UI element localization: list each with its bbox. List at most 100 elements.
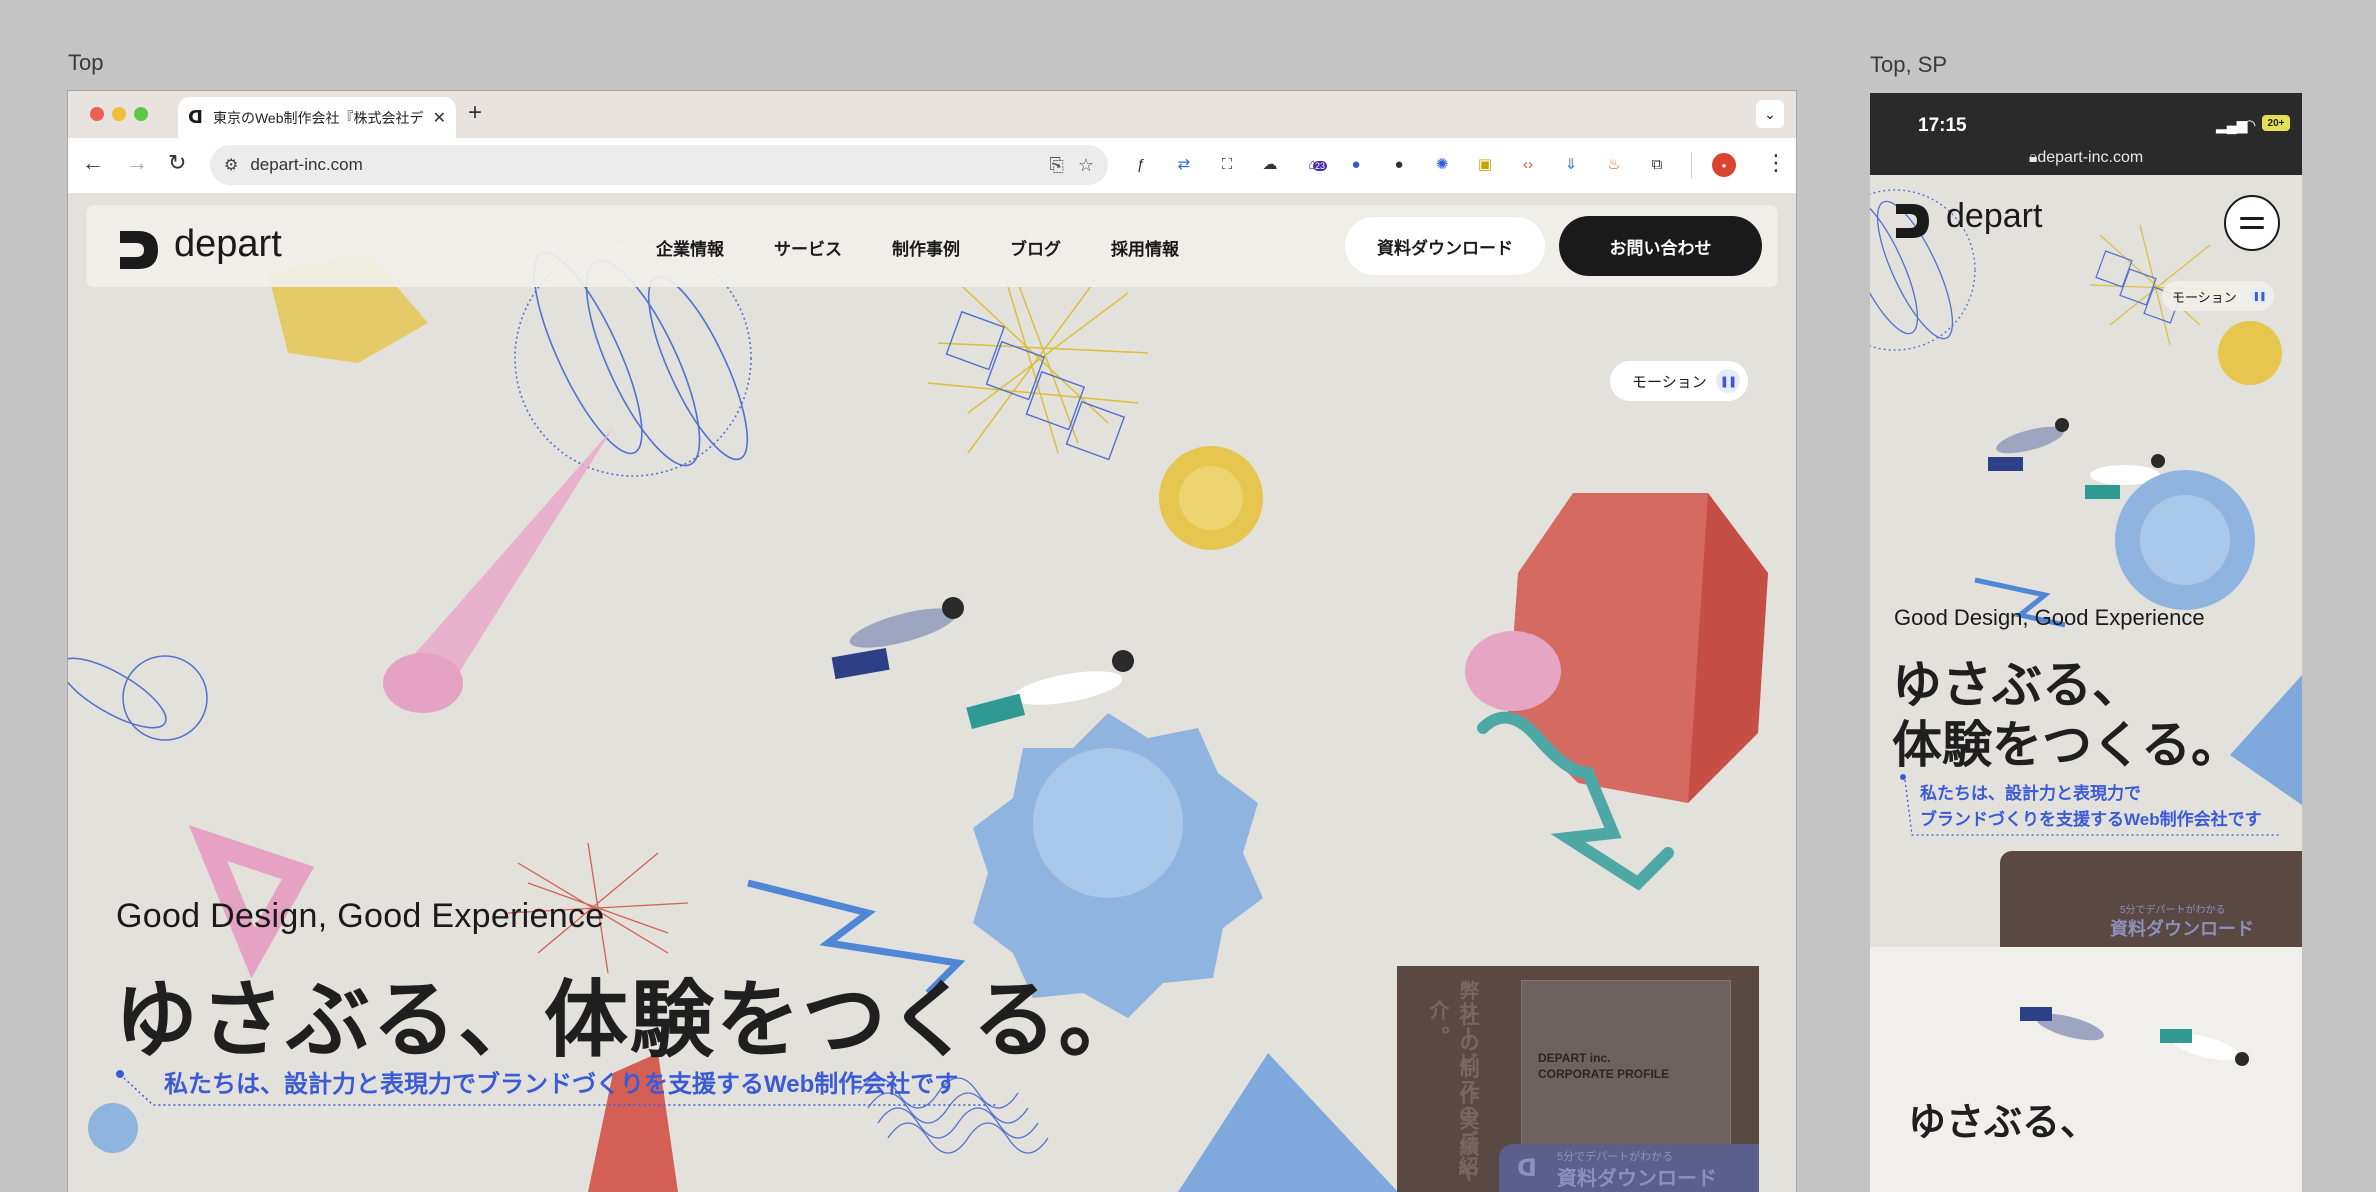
depart-logo-text[interactable]: depart	[174, 223, 282, 266]
wireframe-cubes-shape	[945, 310, 1126, 461]
maximize-window-icon[interactable]	[134, 107, 148, 121]
mobile-url[interactable]: 🔒︎depart-inc.com	[1870, 149, 2302, 167]
motion-label: モーション	[1632, 373, 1707, 391]
nav-company[interactable]: 企業情報	[656, 235, 724, 260]
corporate-profile-card: DEPART inc. CORPORATE PROFILE	[1521, 980, 1731, 1152]
flying-people-illustration	[831, 597, 1134, 730]
mobile-yellow-blob-shape	[2218, 321, 2282, 385]
blue-circle-icon[interactable]: ●	[1345, 153, 1367, 175]
blue-ring-shapes	[68, 655, 208, 741]
minimize-window-icon[interactable]	[112, 107, 126, 121]
mobile-hero-desc-line2: ブランドづくりを支援するWeb制作会社です	[1920, 810, 2262, 829]
translate-icon[interactable]: ⇄	[1173, 153, 1195, 175]
function-icon[interactable]: ƒ	[1130, 153, 1152, 175]
profile-avatar[interactable]: ●	[1712, 153, 1736, 177]
pause-icon[interactable]: ❚❚	[1716, 369, 1740, 393]
mobile-logo-text[interactable]: depart	[1946, 197, 2042, 236]
site-settings-icon[interactable]: ⚙	[224, 155, 238, 175]
motion-toggle[interactable]: モーション ❚❚	[1610, 361, 1748, 401]
mobile-web-page: depart モーション ❚❚ Good Design, Good Experi…	[1870, 175, 2302, 1192]
nav-blog[interactable]: ブログ	[1010, 235, 1061, 260]
contact-button[interactable]: お問い合わせ	[1559, 216, 1762, 276]
hero-subtitle: Good Design, Good Experience	[116, 897, 605, 935]
web-page: depart 企業情報 サービス 制作事例 ブログ 採用情報 資料ダウンロード …	[68, 193, 1796, 1192]
black-circle-icon[interactable]: ●	[1388, 153, 1410, 175]
pink-disc-shape	[1465, 631, 1561, 711]
promo-bar-large-text: 資料ダウンロード	[1557, 1168, 1717, 1190]
card-profile: CORPORATE PROFILE	[1538, 1067, 1670, 1081]
image-icon[interactable]: ▣	[1474, 153, 1496, 175]
site-header: depart 企業情報 サービス 制作事例 ブログ 採用情報 資料ダウンロード …	[86, 205, 1778, 287]
install-app-icon[interactable]: ⎘	[1049, 155, 1063, 176]
mobile-section-flying-people	[2020, 1007, 2249, 1066]
site-favicon-icon: ᗡ	[188, 107, 203, 127]
promo-logo-icon: ᗡ	[1517, 1155, 1537, 1182]
promo-vertical-text-2: サービスのご紹介。	[1426, 1000, 1477, 1182]
bird-icon[interactable]: ☁	[1259, 153, 1281, 175]
status-time: 17:15	[1918, 115, 1967, 136]
fire-icon[interactable]: ♨	[1603, 153, 1625, 175]
blue-pyramid-shape	[1178, 1053, 1398, 1192]
desktop-frame-label: Top	[68, 50, 104, 75]
reload-icon[interactable]: ↻	[168, 150, 186, 176]
address-url[interactable]: depart-inc.com	[250, 155, 1035, 175]
network-icon[interactable]: ✺	[1431, 153, 1453, 175]
browser-toolbar: ← → ↻ ⚙ depart-inc.com ⎘ ☆ ƒ ⇄ ⛶ ☁ ⌂23 ●…	[68, 138, 1796, 194]
mobile-download-promo-banner[interactable]: 5分でデパートがわかる 資料ダウンロード	[2000, 851, 2302, 947]
tab-strip: ᗡ 東京のWeb制作会社『株式会社デ ✕ + ⌄	[68, 91, 1796, 138]
tab-search-chevron-icon[interactable]: ⌄	[1756, 100, 1784, 128]
address-bar[interactable]: ⚙ depart-inc.com ⎘ ☆	[210, 145, 1108, 185]
card-company: DEPART inc.	[1538, 1051, 1611, 1065]
puzzle-icon[interactable]: ⧉	[1646, 153, 1668, 175]
nav-service[interactable]: サービス	[774, 235, 842, 260]
mobile-flying-people-illustration	[1988, 418, 2165, 499]
mobile-next-section: ゆさぶる、	[1870, 947, 2302, 1192]
hamburger-menu-button[interactable]	[2224, 195, 2280, 251]
nav-works[interactable]: 制作事例	[892, 235, 960, 260]
browser-tab-active[interactable]: ᗡ 東京のWeb制作会社『株式会社デ ✕	[178, 97, 456, 138]
close-window-icon[interactable]	[90, 107, 104, 121]
tab-title: 東京のWeb制作会社『株式会社デ	[212, 109, 424, 126]
badge-extension-icon[interactable]: ⌂23	[1302, 153, 1328, 175]
back-arrow-icon[interactable]: ←	[82, 150, 104, 176]
mobile-hero-subtitle: Good Design, Good Experience	[1894, 605, 2205, 630]
mobile-status-bar: 17:15 ▂▄▆ ◠ 20+ 🔒︎depart-inc.com	[1870, 93, 2302, 175]
code-icon[interactable]: ‹›	[1517, 153, 1539, 175]
desktop-browser-window: ᗡ 東京のWeb制作会社『株式会社デ ✕ + ⌄ ← → ↻ ⚙ depart-…	[68, 91, 1796, 1192]
mobile-blue-flower-shape	[2115, 470, 2255, 610]
toolbar-divider	[1691, 152, 1692, 178]
promo-download-bar[interactable]: ᗡ 5分でデパートがわかる 資料ダウンロード	[1499, 1144, 1759, 1192]
mobile-hero-desc-line1: 私たちは、設計力と表現力で	[1920, 784, 2141, 803]
mobile-motion-toggle[interactable]: モーション ❚❚	[2162, 281, 2274, 311]
hamburger-icon	[2240, 217, 2264, 229]
new-tab-button[interactable]: +	[468, 99, 482, 127]
pink-cone-shape	[383, 428, 613, 713]
forward-arrow-icon[interactable]: →	[126, 150, 148, 176]
download-icon[interactable]: ⇓	[1560, 153, 1582, 175]
tab-close-icon[interactable]: ✕	[433, 108, 446, 128]
hero-title: ゆさぶる、体験をつくる。	[114, 973, 1145, 1067]
mobile-motion-label: モーション	[2172, 289, 2237, 305]
screenshot-icon[interactable]: ⛶	[1216, 153, 1238, 175]
mobile-hero-title-line2: 体験をつくる。	[1892, 717, 2241, 773]
mobile-section-heading: ゆさぶる、	[1908, 1102, 2099, 1144]
battery-icon: 20+	[2262, 115, 2290, 131]
mobile-url-text: depart-inc.com	[2037, 149, 2144, 166]
hero-description: 私たちは、設計力と表現力でブランドづくりを支援するWeb制作会社です	[164, 1071, 959, 1098]
download-button[interactable]: 資料ダウンロード	[1345, 217, 1545, 275]
extension-badge-count: 23	[1313, 161, 1328, 171]
depart-logo-mark-icon[interactable]	[114, 227, 162, 273]
wifi-icon: ◠	[2243, 117, 2257, 134]
global-nav: 企業情報 サービス 制作事例 ブログ 採用情報	[656, 235, 1179, 260]
mobile-logo-mark-icon[interactable]	[1892, 201, 1932, 241]
mobile-frame: 17:15 ▂▄▆ ◠ 20+ 🔒︎depart-inc.com depart …	[1870, 93, 2302, 1192]
blue-cylinder-shape	[88, 1103, 138, 1153]
mobile-promo-large-text: 資料ダウンロード	[2110, 919, 2254, 939]
mobile-pause-icon[interactable]: ❚❚	[2250, 287, 2268, 305]
yellow-blob-shape	[1159, 446, 1263, 550]
download-promo-banner[interactable]: 弊社の制作実績や サービスのご紹介。 DEPART inc. CORPORATE…	[1397, 966, 1759, 1192]
browser-menu-icon[interactable]: ⋮	[1765, 150, 1787, 176]
nav-recruit[interactable]: 採用情報	[1111, 235, 1179, 260]
mobile-frame-label: Top, SP	[1870, 52, 1948, 77]
bookmark-star-icon[interactable]: ☆	[1078, 155, 1094, 176]
